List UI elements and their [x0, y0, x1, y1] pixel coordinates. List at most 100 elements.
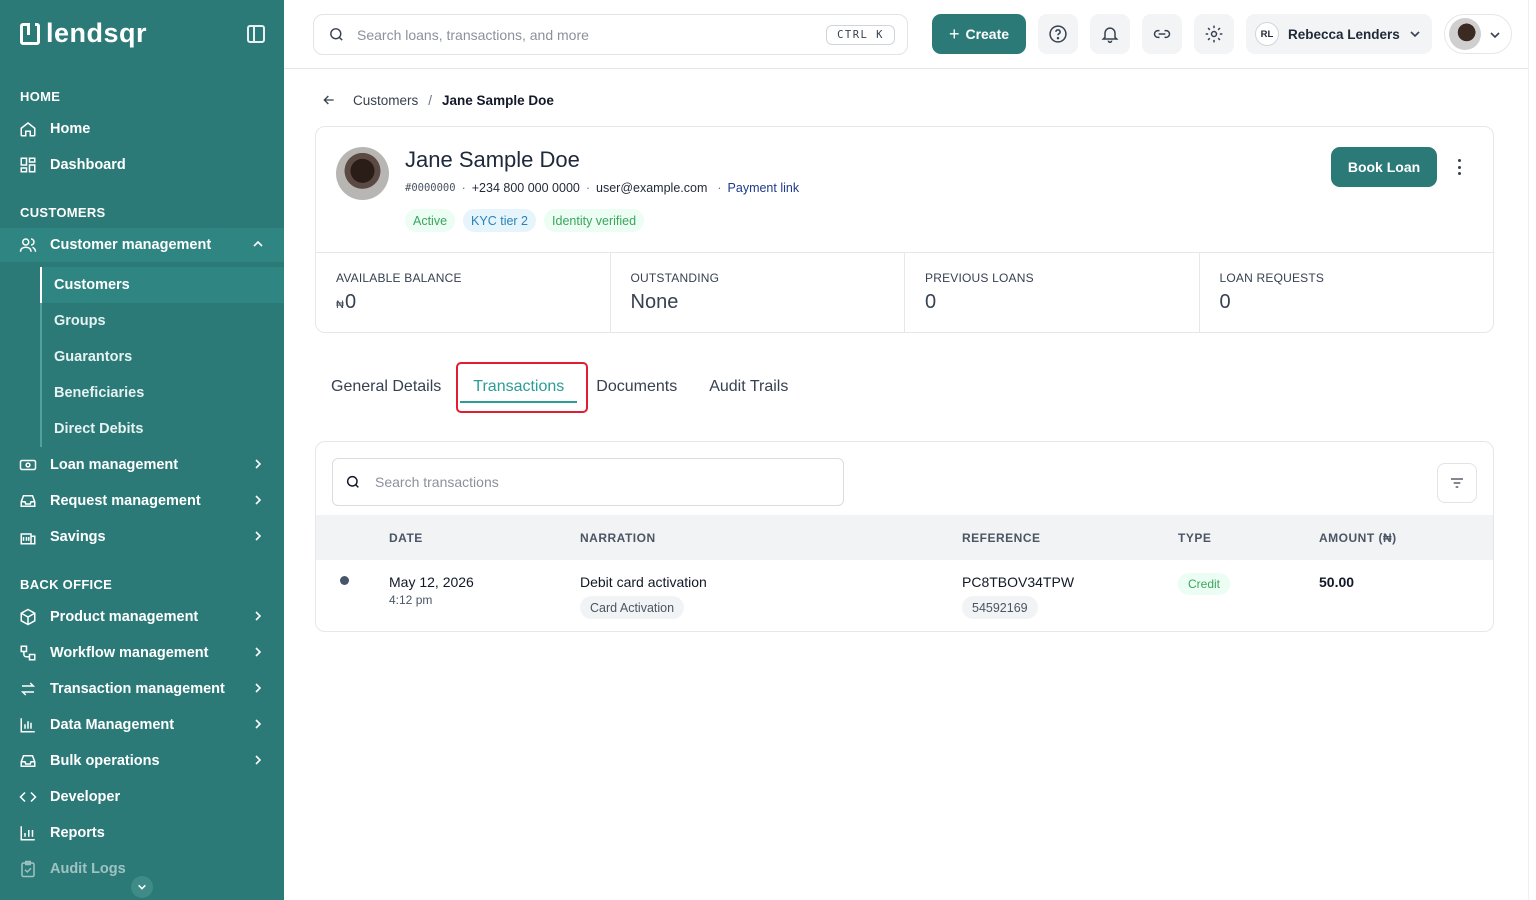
- column-header-type[interactable]: TYPE: [1178, 531, 1211, 545]
- breadcrumb-link-customers[interactable]: Customers: [353, 93, 418, 108]
- currency-symbol: ₦: [336, 299, 344, 311]
- payment-link[interactable]: Payment link: [728, 181, 800, 195]
- sidebar-item-customer-management[interactable]: Customer management: [0, 228, 284, 262]
- chevron-down-icon: [1489, 29, 1501, 41]
- logo-mark-icon: [20, 22, 40, 45]
- logo[interactable]: lendsqr: [20, 18, 147, 49]
- sidebar-item-label: Dashboard: [50, 157, 126, 173]
- transactions-panel: Search transactions DATE NARRATION REFER…: [315, 441, 1494, 632]
- help-button[interactable]: [1038, 14, 1078, 54]
- tab-documents[interactable]: Documents: [580, 365, 693, 409]
- sidebar-item-dashboard[interactable]: Dashboard: [0, 148, 284, 182]
- sidebar-subitem-customers[interactable]: Customers: [40, 267, 284, 303]
- column-header-amount[interactable]: AMOUNT (₦): [1319, 531, 1397, 545]
- links-button[interactable]: [1142, 14, 1182, 54]
- bell-icon: [1100, 24, 1120, 44]
- sidebar-scroll-down-icon[interactable]: [131, 876, 153, 898]
- sidebar-item-label: Product management: [50, 609, 199, 625]
- user-name: Rebecca Lenders: [1288, 26, 1400, 42]
- home-icon: [18, 119, 38, 139]
- stat-label: OUTSTANDING: [630, 271, 720, 285]
- more-options-icon[interactable]: [1454, 159, 1464, 175]
- sidebar-item-reports[interactable]: Reports: [0, 816, 284, 850]
- topbar: Search loans, transactions, and more CTR…: [284, 0, 1528, 69]
- transfer-arrows-icon: [18, 679, 38, 699]
- sidebar-item-bulk-operations[interactable]: Bulk operations: [0, 744, 284, 778]
- breadcrumb: Customers / Jane Sample Doe: [321, 92, 554, 108]
- profile-avatar-button[interactable]: [1444, 14, 1512, 54]
- stat-value: 0: [925, 291, 937, 313]
- chevron-right-icon: [252, 646, 264, 661]
- column-header-narration[interactable]: NARRATION: [580, 531, 656, 545]
- sidebar-item-transaction-management[interactable]: Transaction management: [0, 672, 284, 706]
- sidebar-item-label: Bulk operations: [50, 753, 160, 769]
- transactions-search-input[interactable]: Search transactions: [332, 458, 844, 506]
- sidebar-item-product-management[interactable]: Product management: [0, 600, 284, 634]
- sidebar-subitem-beneficiaries[interactable]: Beneficiaries: [42, 375, 284, 411]
- table-row[interactable]: May 12, 2026 4:12 pm Debit card activati…: [316, 560, 1493, 631]
- chevron-right-icon: [252, 610, 264, 625]
- chevron-up-icon: [252, 238, 264, 253]
- settings-button[interactable]: [1194, 14, 1234, 54]
- sidebar-item-data-management[interactable]: Data Management: [0, 708, 284, 742]
- transaction-date: May 12, 2026: [389, 574, 474, 590]
- gear-icon: [1204, 24, 1224, 44]
- customer-submenu: Customers Groups Guarantors Beneficiarie…: [40, 267, 284, 447]
- breadcrumb-current: Jane Sample Doe: [442, 92, 554, 108]
- notifications-button[interactable]: [1090, 14, 1130, 54]
- sidebar-item-developer[interactable]: Developer: [0, 780, 284, 814]
- page-scrollbar[interactable]: [1528, 0, 1536, 900]
- stat-label: LOAN REQUESTS: [1219, 271, 1325, 285]
- sidebar-item-label: Data Management: [50, 717, 175, 733]
- back-arrow-icon[interactable]: [321, 92, 337, 108]
- sidebar-item-label: Audit Logs: [50, 861, 126, 877]
- clipboard-icon: [18, 859, 38, 879]
- section-title-customers: CUSTOMERS: [20, 205, 106, 220]
- meta-separator: ·: [585, 181, 591, 195]
- column-header-date[interactable]: DATE: [389, 531, 423, 545]
- user-menu-button[interactable]: RL Rebecca Lenders: [1246, 14, 1432, 54]
- help-icon: [1048, 24, 1068, 44]
- create-button[interactable]: + Create: [932, 14, 1026, 54]
- global-search-input[interactable]: Search loans, transactions, and more CTR…: [313, 14, 908, 55]
- avatar: [1449, 18, 1481, 50]
- inbox-icon: [18, 491, 38, 511]
- sidebar-item-loan-management[interactable]: Loan management: [0, 448, 284, 482]
- stat-available-balance: AVAILABLE BALANCE ₦0: [316, 253, 611, 333]
- customer-profile-card: Jane Sample Doe #0000000 · +234 800 000 …: [315, 126, 1494, 333]
- sidebar-item-label: Loan management: [50, 457, 179, 473]
- tab-general-details[interactable]: General Details: [315, 365, 457, 409]
- reports-icon: [18, 823, 38, 843]
- plus-icon: +: [948, 24, 960, 44]
- chevron-down-icon: [1409, 28, 1421, 40]
- transaction-time: 4:12 pm: [389, 593, 433, 607]
- search-icon: [328, 26, 345, 43]
- box-icon: [18, 607, 38, 627]
- keyboard-shortcut-badge: CTRL K: [826, 25, 895, 45]
- sidebar-item-label: Customer management: [50, 237, 212, 253]
- sidebar-item-savings[interactable]: Savings: [0, 520, 284, 554]
- link-icon: [1151, 24, 1173, 44]
- sidebar: lendsqr HOME Home Dashboard CUSTOMERS Cu…: [0, 0, 284, 900]
- filter-button[interactable]: [1437, 463, 1477, 503]
- workflow-icon: [18, 643, 38, 663]
- book-loan-button[interactable]: Book Loan: [1331, 147, 1437, 187]
- tab-audit-trails[interactable]: Audit Trails: [693, 365, 804, 409]
- create-label: Create: [965, 26, 1010, 42]
- customer-name: Jane Sample Doe: [405, 147, 580, 172]
- sidebar-subitem-guarantors[interactable]: Guarantors: [42, 339, 284, 375]
- search-icon: [345, 474, 361, 490]
- stat-previous-loans: PREVIOUS LOANS 0: [905, 253, 1200, 333]
- filter-icon: [1449, 475, 1465, 491]
- sidebar-item-home[interactable]: Home: [0, 112, 284, 146]
- sidebar-subitem-groups[interactable]: Groups: [42, 303, 284, 339]
- sidebar-subitem-direct-debits[interactable]: Direct Debits: [42, 411, 284, 447]
- meta-separator: ·: [717, 181, 722, 195]
- sidebar-item-request-management[interactable]: Request management: [0, 484, 284, 518]
- dashboard-grid-icon: [18, 155, 38, 175]
- column-header-reference[interactable]: REFERENCE: [962, 531, 1041, 545]
- collapse-sidebar-icon[interactable]: [247, 25, 265, 43]
- code-icon: [18, 787, 38, 807]
- sidebar-item-workflow-management[interactable]: Workflow management: [0, 636, 284, 670]
- sidebar-item-label: Request management: [50, 493, 201, 509]
